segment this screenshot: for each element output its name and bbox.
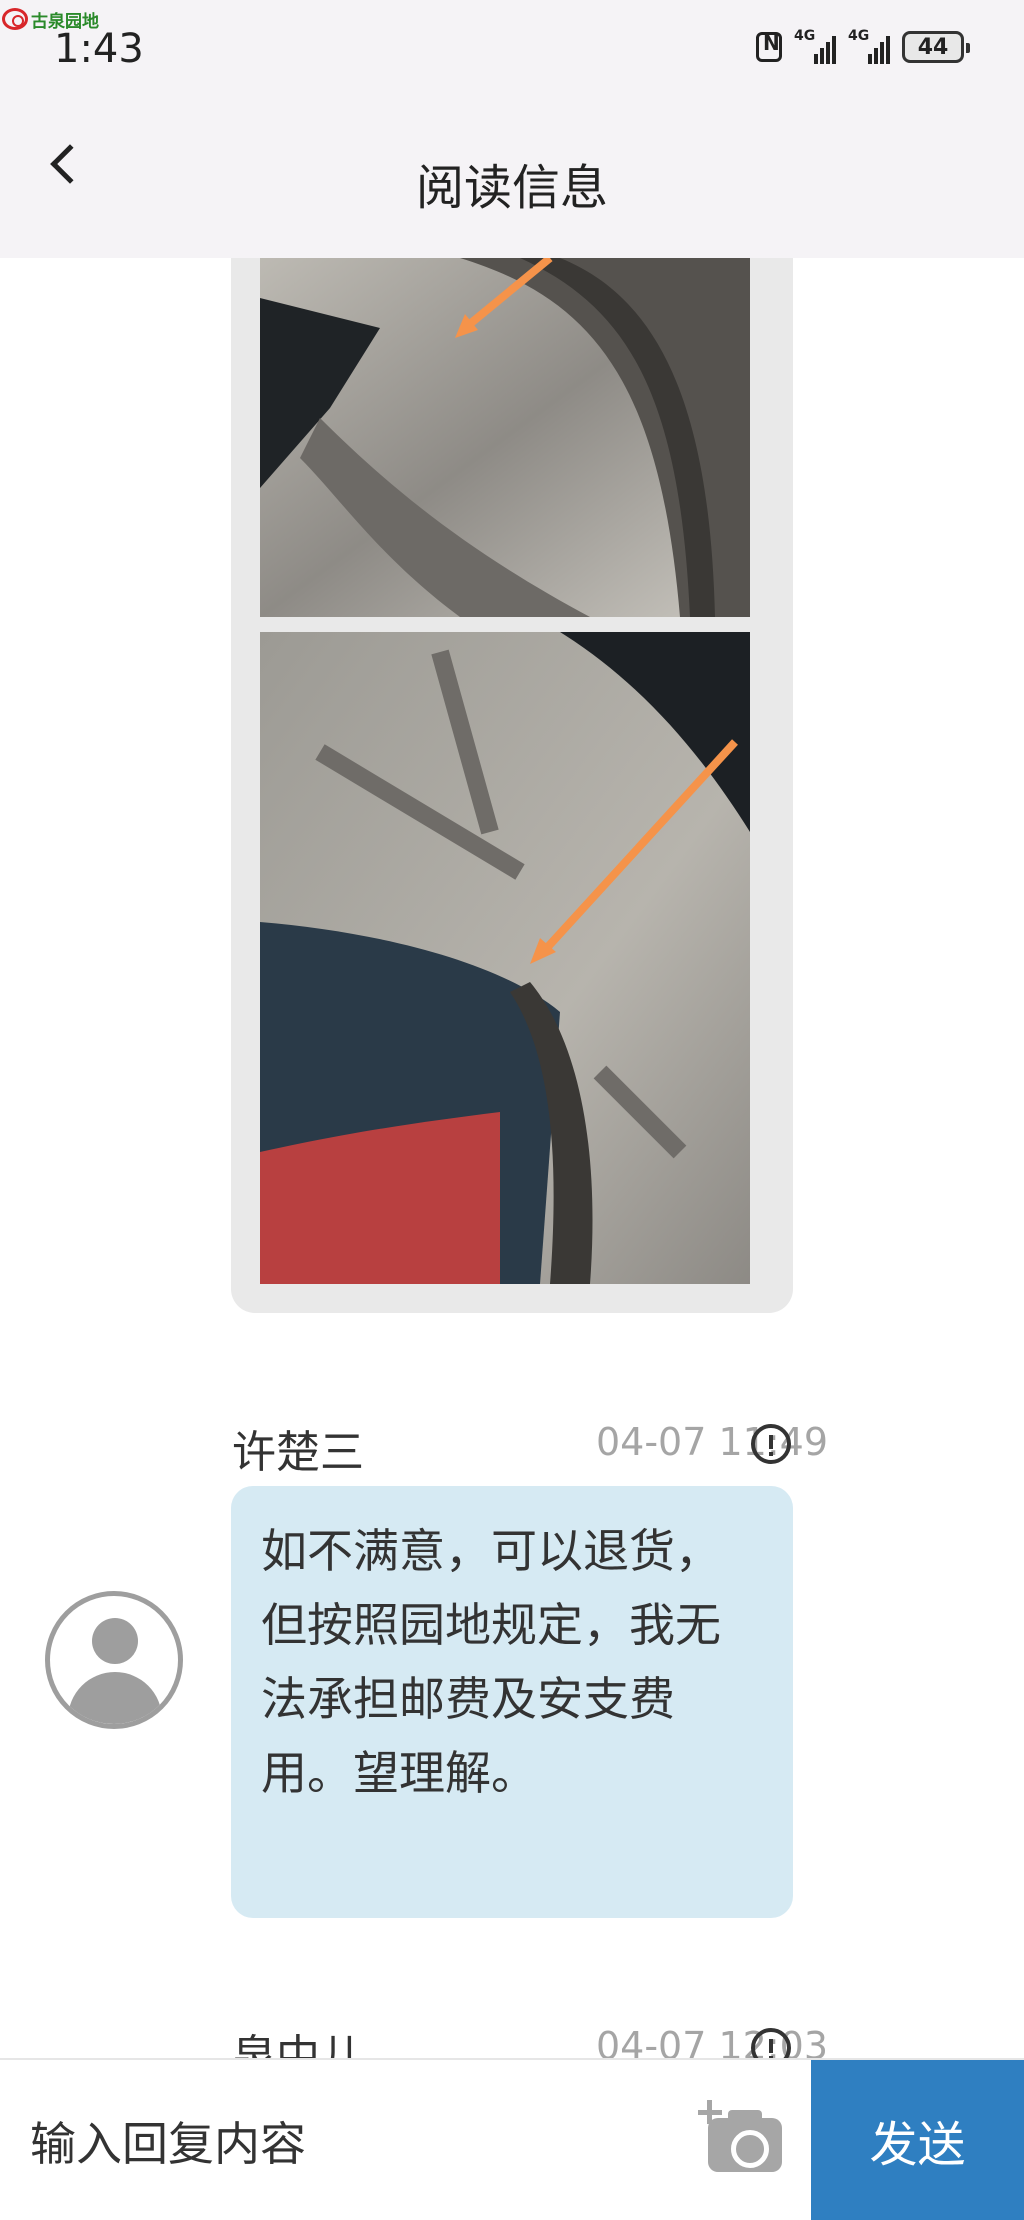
report-info-icon[interactable] — [751, 1424, 791, 1464]
network-label: 4G — [794, 28, 816, 44]
page-title: 阅读信息 — [415, 160, 608, 216]
site-logo-icon — [2, 8, 28, 30]
image-message-bubble — [231, 180, 793, 1313]
status-icons: 4G 4G 44 — [756, 28, 970, 64]
send-button[interactable]: 发送 — [811, 2060, 1024, 2220]
reply-composer: 输入回复内容 发送 — [0, 2058, 1024, 2220]
signal-icon: 4G — [794, 28, 836, 64]
battery-icon: 44 — [902, 31, 970, 63]
add-photo-camera-icon[interactable] — [698, 2100, 786, 2174]
top-bar: 古泉园地 1:43 4G 4G 44 阅读信息 — [0, 0, 1024, 258]
coin-closeup-photo[interactable] — [260, 632, 750, 1284]
coin-closeup-photo[interactable] — [260, 258, 750, 617]
network-label: 4G — [848, 28, 870, 44]
message-bubble: 如不满意，可以退货，但按照园地规定，我无法承担邮费及安支费用。望理解。 — [231, 1486, 793, 1918]
reply-input[interactable]: 输入回复内容 — [30, 2108, 306, 2174]
status-time: 1:43 — [54, 26, 144, 72]
battery-level: 44 — [917, 34, 949, 60]
message-timestamp: 04-07 11:49 — [595, 1420, 828, 1464]
nfc-icon — [756, 31, 782, 62]
message-sender: 许楚三 — [232, 1427, 364, 1478]
signal-icon: 4G — [848, 28, 890, 64]
avatar[interactable] — [45, 1591, 183, 1729]
